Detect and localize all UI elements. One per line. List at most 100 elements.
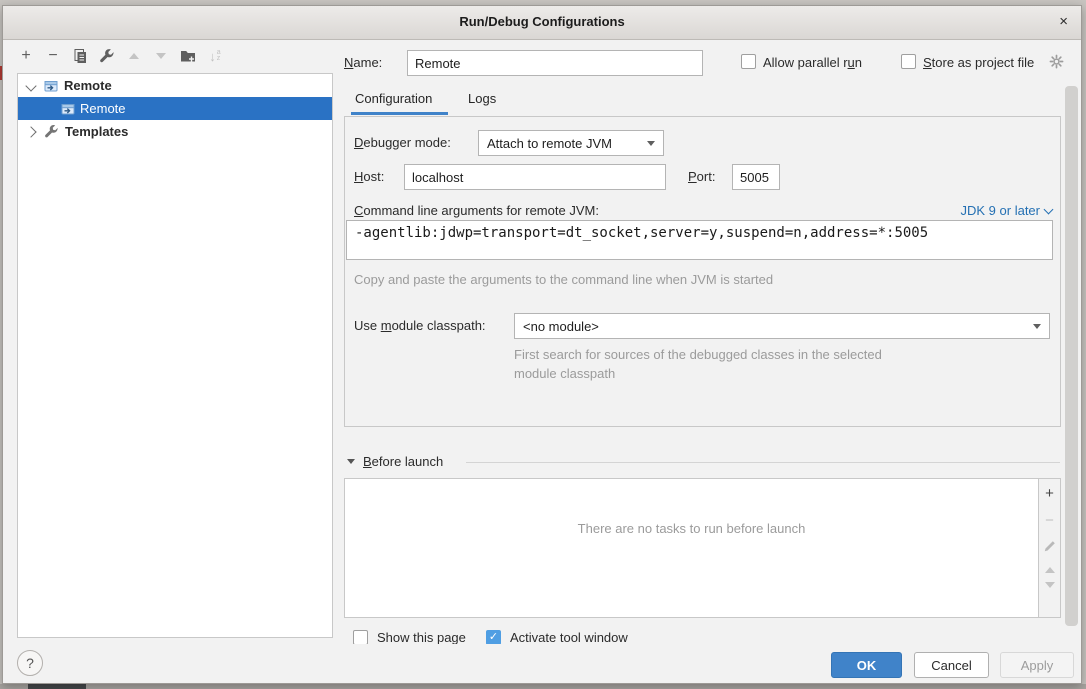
allow-parallel-run-label: Allow parallel run xyxy=(763,55,862,70)
label-mnemonic: C xyxy=(354,203,363,218)
label-post: n xyxy=(855,55,862,70)
section-separator xyxy=(466,462,1060,463)
before-launch-collapse-toggle[interactable] xyxy=(347,459,355,464)
tab-logs[interactable]: Logs xyxy=(468,91,496,106)
store-as-project-file-checkbox[interactable] xyxy=(901,54,916,69)
label-mnemonic: N xyxy=(344,55,353,70)
edit-templates-button[interactable] xyxy=(96,46,118,66)
label-post: ort: xyxy=(697,169,716,184)
ok-button[interactable]: OK xyxy=(831,652,902,678)
copy-icon xyxy=(72,48,88,64)
debugger-mode-value: Attach to remote JVM xyxy=(487,136,612,151)
dialog-body: + − xyxy=(3,40,1081,683)
apply-button[interactable]: Apply xyxy=(1000,652,1074,678)
debugger-mode-select[interactable]: Attach to remote JVM xyxy=(478,130,664,156)
move-down-button[interactable] xyxy=(150,46,172,66)
add-configuration-button[interactable]: + xyxy=(15,46,37,66)
arrow-down-icon xyxy=(1045,582,1055,588)
arrow-down-icon xyxy=(156,53,166,59)
label-mnemonic: m xyxy=(381,318,392,333)
help-button[interactable]: ? xyxy=(17,650,43,676)
tab-configuration[interactable]: Configuration xyxy=(355,91,432,106)
port-input[interactable]: 5005 xyxy=(732,164,780,190)
name-label: Name: xyxy=(344,55,382,70)
port-label: Port: xyxy=(688,169,715,184)
name-value: Remote xyxy=(415,56,461,71)
chevron-down-icon xyxy=(25,80,36,91)
allow-parallel-run-checkbox[interactable] xyxy=(741,54,756,69)
jdk-version-label: JDK 9 or later xyxy=(961,203,1040,218)
templates-wrench-icon xyxy=(44,124,59,139)
label-mnemonic: D xyxy=(354,135,363,150)
gear-icon xyxy=(1049,54,1064,69)
tree-item-remote-selected[interactable]: Remote xyxy=(18,97,332,120)
cancel-button[interactable]: Cancel xyxy=(914,652,989,678)
arrow-up-icon xyxy=(129,53,139,59)
check-icon: ✓ xyxy=(489,631,498,643)
store-as-project-file-label: Store as project file xyxy=(923,55,1034,70)
collapse-arrow-icon xyxy=(347,459,355,464)
remove-task-button[interactable]: − xyxy=(1045,512,1054,530)
before-launch-empty-area[interactable]: There are no tasks to run before launch xyxy=(345,479,1039,617)
store-settings-gear-button[interactable] xyxy=(1049,54,1064,74)
chevron-right-icon xyxy=(25,126,36,137)
close-icon[interactable]: × xyxy=(1059,13,1068,31)
port-value: 5005 xyxy=(740,170,769,185)
jdk-version-selector[interactable]: JDK 9 or later xyxy=(961,203,1052,218)
add-task-button[interactable]: + xyxy=(1045,485,1054,503)
label-post: tore as project file xyxy=(932,55,1035,70)
label-mnemonic: u xyxy=(848,55,855,70)
sort-letter-z: z xyxy=(217,56,221,62)
copy-configuration-button[interactable] xyxy=(69,46,91,66)
label-mnemonic: B xyxy=(363,454,372,469)
label-mnemonic: S xyxy=(923,55,932,70)
backdrop-bottom-strip xyxy=(0,684,1086,689)
backdrop-bottom-dark-block xyxy=(28,684,86,689)
tree-item-label: Remote xyxy=(80,101,126,116)
move-task-up-button[interactable] xyxy=(1045,567,1055,573)
dialog-title: Run/Debug Configurations xyxy=(3,14,1081,29)
module-classpath-select[interactable]: <no module> xyxy=(514,313,1050,339)
configurations-toolbar: + − xyxy=(15,46,226,66)
footer-options-row: Show this page ✓ Activate tool window xyxy=(344,629,1061,644)
tree-item-templates[interactable]: Templates xyxy=(18,120,332,143)
before-launch-title: Before launch xyxy=(363,454,443,469)
minus-icon: − xyxy=(1045,512,1054,529)
module-hint-line2: module classpath xyxy=(514,366,615,381)
name-input[interactable]: Remote xyxy=(407,50,703,76)
activate-tool-window-checkbox[interactable]: ✓ xyxy=(486,630,501,644)
show-this-page-checkbox[interactable] xyxy=(353,630,368,644)
wrench-icon xyxy=(99,48,115,64)
debugger-mode-label: Debugger mode: xyxy=(354,135,451,150)
question-mark-icon: ? xyxy=(26,655,34,671)
move-up-button[interactable] xyxy=(123,46,145,66)
remove-configuration-button[interactable]: − xyxy=(42,46,64,66)
tree-item-label: Templates xyxy=(65,124,128,139)
host-input[interactable]: localhost xyxy=(404,164,666,190)
cmdline-value: -agentlib:jdwp=transport=dt_socket,serve… xyxy=(347,221,1052,245)
active-tab-underline xyxy=(351,112,448,115)
sort-arrow: ↓ xyxy=(209,49,216,64)
label-post: ost: xyxy=(363,169,384,184)
label-mnemonic: P xyxy=(688,169,697,184)
chevron-down-icon xyxy=(1044,205,1054,215)
module-hint-line1: First search for sources of the debugged… xyxy=(514,347,882,362)
remote-config-icon xyxy=(60,101,76,117)
screen: Run/Debug Configurations × + − xyxy=(0,0,1086,689)
move-task-down-button[interactable] xyxy=(1045,582,1055,588)
remote-config-icon xyxy=(43,78,59,94)
sort-configurations-button[interactable]: ↓ az xyxy=(204,46,226,66)
cmdline-label: Command line arguments for remote JVM: xyxy=(354,203,599,218)
activate-tool-window-label: Activate tool window xyxy=(510,630,628,644)
edit-task-button[interactable] xyxy=(1043,539,1057,558)
dialog-titlebar[interactable]: Run/Debug Configurations × xyxy=(3,6,1081,40)
create-folder-button[interactable] xyxy=(177,46,199,66)
label-post: ebugger mode: xyxy=(363,135,450,150)
arrow-up-icon xyxy=(1045,567,1055,573)
cmdline-textarea[interactable]: -agentlib:jdwp=transport=dt_socket,serve… xyxy=(346,220,1053,260)
plus-icon: + xyxy=(21,48,30,64)
vertical-scrollbar[interactable] xyxy=(1065,86,1078,626)
cmdline-hint: Copy and paste the arguments to the comm… xyxy=(354,272,773,287)
pencil-icon xyxy=(1043,539,1057,553)
tree-item-remote-group[interactable]: Remote xyxy=(18,74,332,97)
